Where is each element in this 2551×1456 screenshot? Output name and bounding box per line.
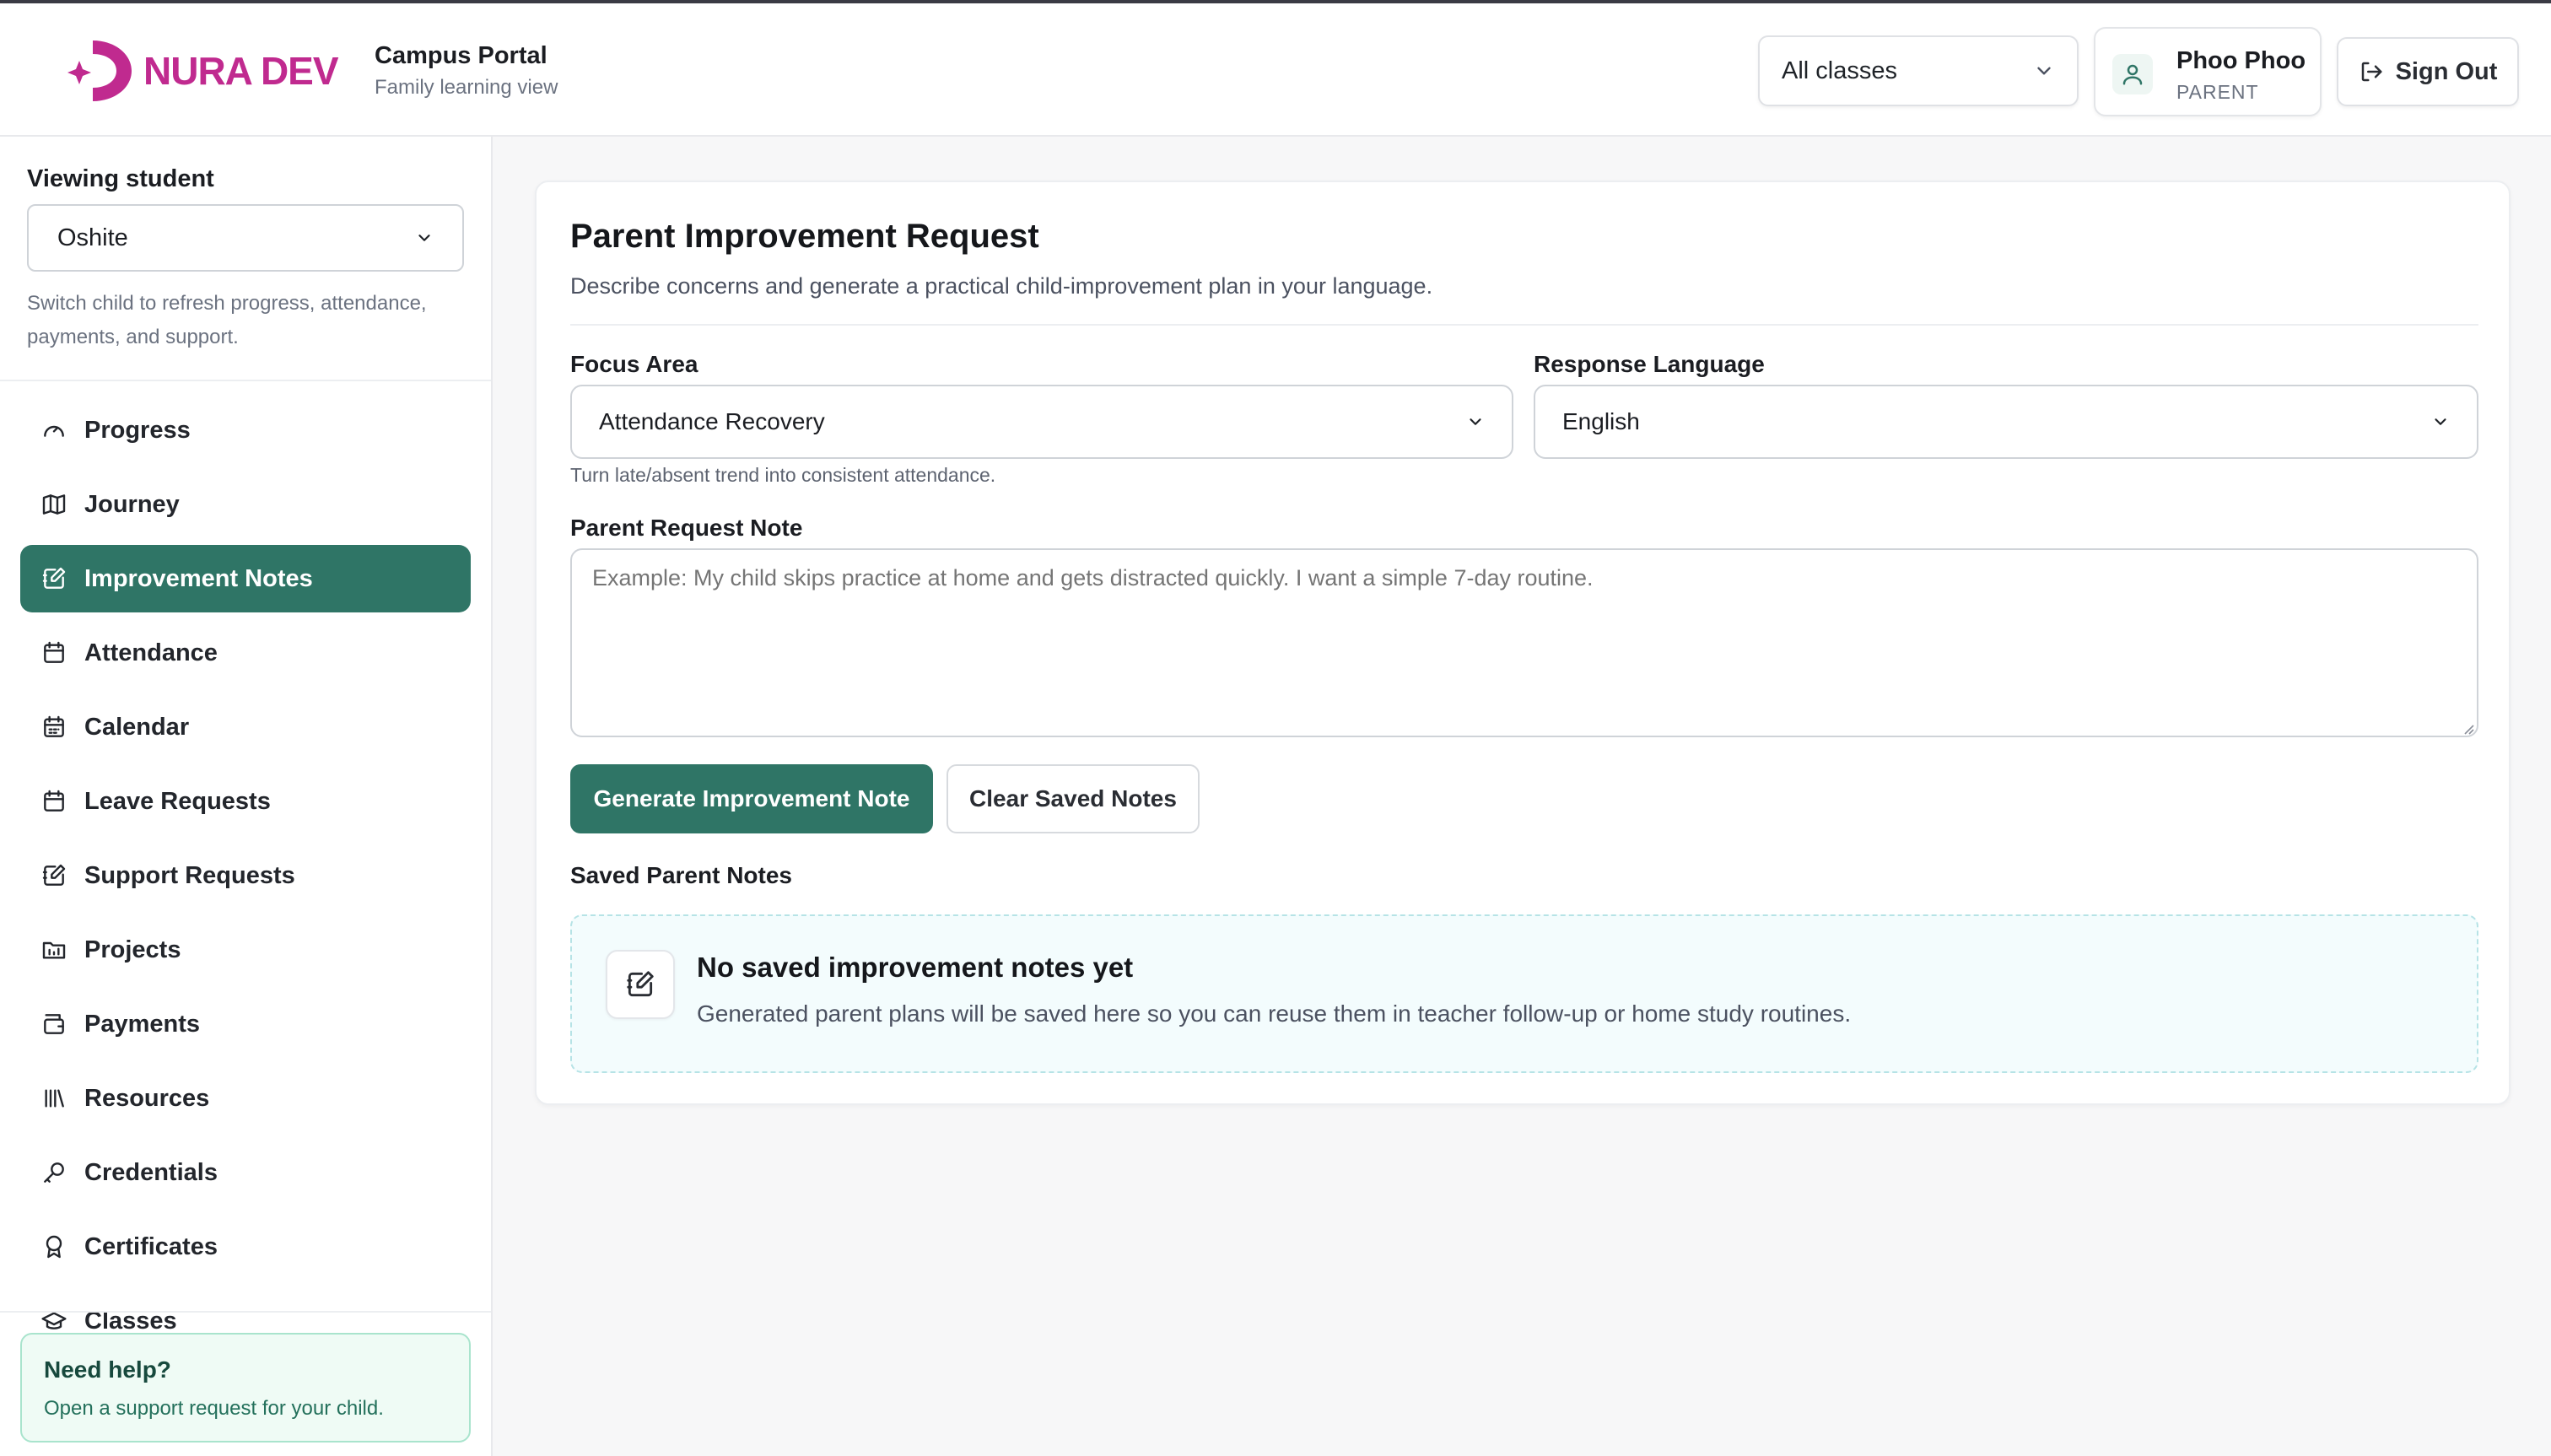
user-profile-card[interactable]: Phoo Phoo PARENT — [2094, 27, 2322, 116]
sidebar-nav: Progress Journey Improvement Notes Atten… — [0, 381, 491, 1443]
map-icon — [42, 494, 66, 515]
sidebar-item-resources[interactable]: Resources — [20, 1065, 471, 1132]
viewing-student-label: Viewing student — [27, 165, 214, 192]
response-language-select[interactable]: English — [1534, 385, 2478, 459]
sidebar-item-journey[interactable]: Journey — [20, 471, 471, 538]
sidebar-item-leave-requests[interactable]: Leave Requests — [20, 768, 471, 835]
class-filter-select[interactable]: All classes — [1758, 35, 2079, 106]
sidebar-item-attendance[interactable]: Attendance — [20, 619, 471, 687]
sidebar-item-label: Resources — [84, 1084, 210, 1112]
generate-note-button[interactable]: Generate Improvement Note — [570, 764, 933, 833]
sidebar: Viewing student Oshite Switch child to r… — [0, 137, 493, 1456]
chevron-down-icon — [418, 235, 430, 241]
response-language-value: English — [1562, 408, 1640, 434]
edit-note-icon — [42, 864, 66, 886]
sidebar-item-label: Attendance — [84, 639, 218, 666]
sidebar-item-label: Support Requests — [84, 861, 295, 889]
card-divider — [570, 324, 2478, 326]
help-title: Need help? — [44, 1356, 171, 1383]
resize-grip-icon[interactable] — [2460, 720, 2475, 736]
focus-area-label: Focus Area — [570, 351, 698, 377]
class-filter-value: All classes — [1782, 57, 1897, 84]
focus-area-value: Attendance Recovery — [599, 408, 825, 434]
portal-title: Campus Portal — [375, 42, 547, 69]
student-select-value: Oshite — [57, 224, 128, 251]
sidebar-item-certificates[interactable]: Certificates — [20, 1213, 471, 1281]
logout-icon — [2361, 62, 2382, 82]
folder-icon — [42, 941, 66, 959]
sidebar-item-label: Progress — [84, 416, 191, 444]
edit-note-icon — [42, 567, 66, 589]
sidebar-item-label: Improvement Notes — [84, 564, 313, 592]
award-icon — [46, 1235, 62, 1259]
wallet-icon — [44, 1014, 64, 1034]
student-switch-hint: Switch child to refresh progress, attend… — [27, 292, 427, 348]
sidebar-item-calendar[interactable]: Calendar — [20, 693, 471, 761]
sidebar-item-label: Payments — [84, 1010, 201, 1038]
clear-saved-notes-button[interactable]: Clear Saved Notes — [947, 764, 1200, 833]
portal-subtitle: Family learning view — [375, 76, 558, 99]
chevron-down-icon — [2435, 418, 2446, 425]
calendar-check-icon — [44, 641, 64, 663]
help-card[interactable]: Need help? Open a support request for yo… — [20, 1333, 471, 1443]
sidebar-item-projects[interactable]: Projects — [20, 916, 471, 984]
sidebar-item-label: Calendar — [84, 713, 190, 741]
sidebar-item-improvement-notes[interactable]: Improvement Notes — [20, 545, 471, 612]
focus-area-select[interactable]: Attendance Recovery — [570, 385, 1513, 459]
response-language-label: Response Language — [1534, 351, 1765, 377]
calendar-icon — [44, 715, 64, 737]
sidebar-item-label: Journey — [84, 490, 180, 518]
sidebar-item-label: Leave Requests — [84, 787, 271, 815]
chevron-down-icon — [1470, 418, 1481, 425]
sidebar-item-label: Projects — [84, 936, 181, 963]
empty-state-icon-box — [606, 950, 675, 1019]
user-icon — [2122, 64, 2143, 85]
sidebar-item-label: Credentials — [84, 1158, 218, 1186]
empty-state-title: No saved improvement notes yet — [697, 952, 1134, 983]
sidebar-item-payments[interactable]: Payments — [20, 990, 471, 1058]
brand-logo[interactable]: NURA DEV — [64, 35, 339, 106]
brand-name: NURA DEV — [143, 49, 339, 93]
sidebar-item-support-requests[interactable]: Support Requests — [20, 842, 471, 909]
request-note-label: Parent Request Note — [570, 515, 803, 541]
saved-notes-empty-state: No saved improvement notes yet Generated… — [570, 914, 2478, 1073]
saved-notes-title: Saved Parent Notes — [570, 862, 792, 888]
logo-mark-icon — [67, 40, 132, 101]
help-text: Open a support request for your child. — [44, 1397, 384, 1420]
user-role: PARENT — [2176, 81, 2259, 103]
sidebar-item-progress[interactable]: Progress — [20, 396, 471, 464]
request-note-textarea[interactable] — [570, 548, 2478, 737]
user-name: Phoo Phoo — [2176, 47, 2306, 74]
avatar — [2112, 54, 2153, 94]
sidebar-item-label: Certificates — [84, 1232, 218, 1260]
page-title: Parent Improvement Request — [570, 218, 1039, 255]
chevron-down-icon — [2037, 67, 2051, 75]
gauge-icon — [44, 425, 64, 437]
sign-out-label: Sign Out — [2395, 57, 2498, 85]
improvement-request-card: Parent Improvement Request Describe conc… — [535, 181, 2511, 1105]
sidebar-item-credentials[interactable]: Credentials — [20, 1139, 471, 1206]
page-subtitle: Describe concerns and generate a practic… — [570, 273, 1433, 299]
top-header: NURA DEV Campus Portal Family learning v… — [0, 3, 2551, 137]
focus-area-hint: Turn late/absent trend into consistent a… — [570, 464, 996, 486]
edit-note-icon — [627, 971, 654, 997]
sidebar-bottom-divider — [0, 1311, 491, 1313]
sign-out-button[interactable]: Sign Out — [2337, 37, 2519, 106]
library-icon — [45, 1089, 64, 1108]
calendar-leave-icon — [44, 790, 64, 812]
student-select[interactable]: Oshite — [27, 204, 464, 272]
key-icon — [44, 1162, 64, 1183]
empty-state-text: Generated parent plans will be saved her… — [697, 1000, 1852, 1027]
